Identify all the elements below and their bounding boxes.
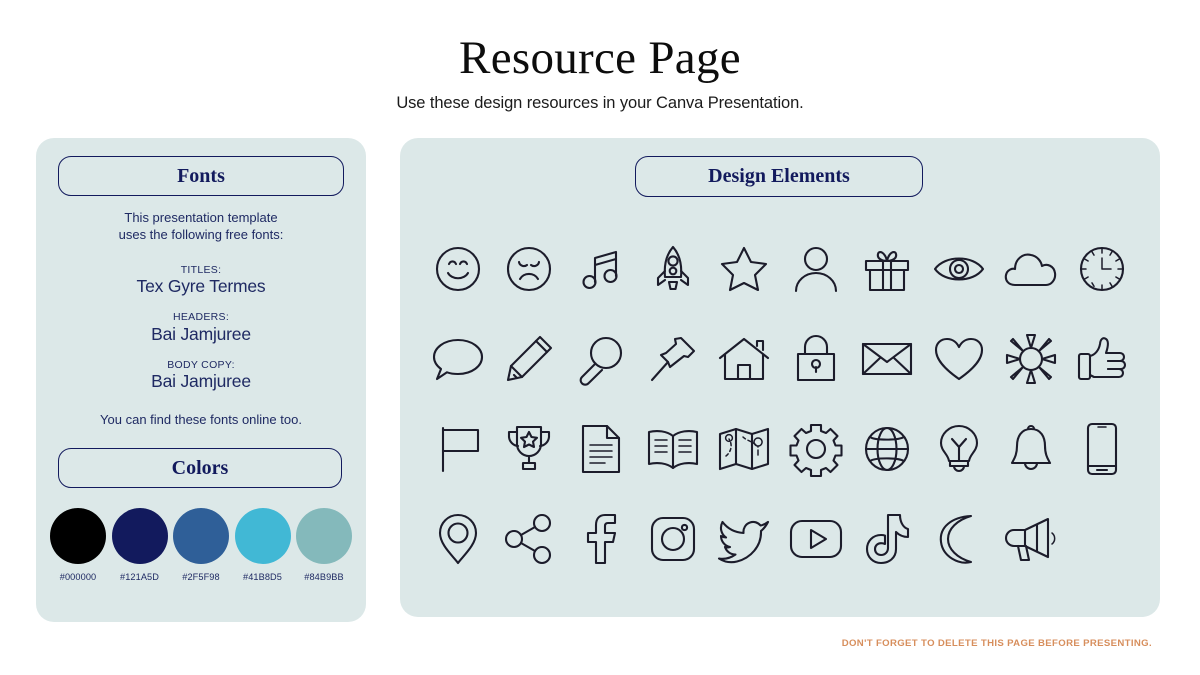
trophy-icon[interactable] xyxy=(499,419,559,479)
document-icon[interactable] xyxy=(571,419,631,479)
color-swatch[interactable]: #84B9BB xyxy=(296,508,352,582)
heart-icon[interactable] xyxy=(929,329,989,389)
colors-heading-label: Colors xyxy=(171,456,229,479)
globe-icon[interactable] xyxy=(857,419,917,479)
clock-icon[interactable] xyxy=(1072,239,1132,299)
location-pin-icon[interactable] xyxy=(428,509,488,569)
icon-grid xyxy=(422,224,1138,584)
house-icon[interactable] xyxy=(714,329,774,389)
smiley-face-icon[interactable] xyxy=(428,239,488,299)
color-swatch-row: #000000 #121A5D #2F5F98 #41B8D5 #84B9BB xyxy=(50,508,352,582)
fonts-intro-line-2: uses the following free fonts: xyxy=(118,226,284,242)
bell-icon[interactable] xyxy=(1001,419,1061,479)
color-swatch[interactable]: #000000 xyxy=(50,508,106,582)
color-dot xyxy=(234,508,291,564)
thumbs-up-icon[interactable] xyxy=(1072,329,1132,389)
design-elements-heading-label: Design Elements xyxy=(708,165,850,187)
design-elements-panel: Design Elements xyxy=(400,138,1160,617)
color-swatch[interactable]: #2F5F98 xyxy=(173,508,229,582)
eye-icon[interactable] xyxy=(929,239,989,299)
speech-bubble-icon[interactable] xyxy=(428,329,488,389)
fonts-heading-label: Fonts xyxy=(177,164,225,187)
page-title: Resource Page xyxy=(459,32,741,84)
color-hex-label: #121A5D xyxy=(119,572,159,582)
gift-icon[interactable] xyxy=(857,239,917,299)
sad-face-icon[interactable] xyxy=(499,239,559,299)
color-swatch[interactable]: #41B8D5 xyxy=(234,508,291,582)
magnifying-glass-icon[interactable] xyxy=(571,329,631,389)
megaphone-icon[interactable] xyxy=(1001,509,1061,569)
pencil-icon[interactable] xyxy=(499,329,559,389)
share-icon[interactable] xyxy=(499,509,559,569)
lock-icon[interactable] xyxy=(786,329,846,389)
fonts-panel: Fonts This presentation template uses th… xyxy=(36,138,366,622)
twitter-icon[interactable] xyxy=(714,509,774,569)
colors-heading-pill: Colors xyxy=(58,448,342,488)
fonts-heading-pill: Fonts xyxy=(58,156,344,196)
color-hex-label: #000000 xyxy=(59,572,97,582)
color-hex-label: #84B9BB xyxy=(304,572,344,582)
youtube-icon[interactable] xyxy=(786,509,846,569)
map-icon[interactable] xyxy=(714,419,774,479)
color-dot xyxy=(111,508,168,564)
sun-icon[interactable] xyxy=(1001,329,1061,389)
page-subtitle: Use these design resources in your Canva… xyxy=(396,94,804,112)
color-swatch[interactable]: #121A5D xyxy=(111,508,168,582)
gear-icon[interactable] xyxy=(786,419,846,479)
music-note-icon[interactable] xyxy=(571,239,631,299)
pushpin-icon[interactable] xyxy=(643,329,703,389)
facebook-icon[interactable] xyxy=(571,509,631,569)
envelope-icon[interactable] xyxy=(857,329,917,389)
font-entry-label-titles: TITLES: xyxy=(180,263,222,276)
smartphone-icon[interactable] xyxy=(1072,419,1132,479)
fonts-body: This presentation template uses the foll… xyxy=(36,210,366,393)
footer-warning-note: DON'T FORGET TO DELETE THIS PAGE BEFORE … xyxy=(841,638,1152,649)
color-dot xyxy=(173,508,229,564)
font-entry-name-body: Bai Jamjuree xyxy=(151,371,251,392)
instagram-icon[interactable] xyxy=(643,509,703,569)
font-entry-label-body: BODY COPY: xyxy=(167,358,235,371)
star-icon[interactable] xyxy=(714,239,774,299)
slide-canvas: Resource Page Use these design resources… xyxy=(0,0,1200,675)
rocket-icon[interactable] xyxy=(643,239,703,299)
color-hex-label: #2F5F98 xyxy=(182,572,220,582)
lightbulb-icon[interactable] xyxy=(929,419,989,479)
color-dot xyxy=(296,508,352,564)
fonts-online-note: You can find these fonts online too. xyxy=(100,412,302,427)
font-entry-name-titles: Tex Gyre Termes xyxy=(136,276,266,297)
tiktok-icon[interactable] xyxy=(857,509,917,569)
cloud-icon[interactable] xyxy=(1001,239,1061,299)
color-hex-label: #41B8D5 xyxy=(242,572,282,582)
flag-icon[interactable] xyxy=(428,419,488,479)
design-elements-heading-pill: Design Elements xyxy=(635,156,923,197)
person-icon[interactable] xyxy=(786,239,846,299)
moon-icon[interactable] xyxy=(929,509,989,569)
font-entry-name-headers: Bai Jamjuree xyxy=(151,323,251,344)
color-dot xyxy=(50,508,106,564)
fonts-intro-line-1: This presentation template xyxy=(124,210,278,225)
open-book-icon[interactable] xyxy=(643,419,703,479)
font-entry-label-headers: HEADERS: xyxy=(172,311,230,324)
